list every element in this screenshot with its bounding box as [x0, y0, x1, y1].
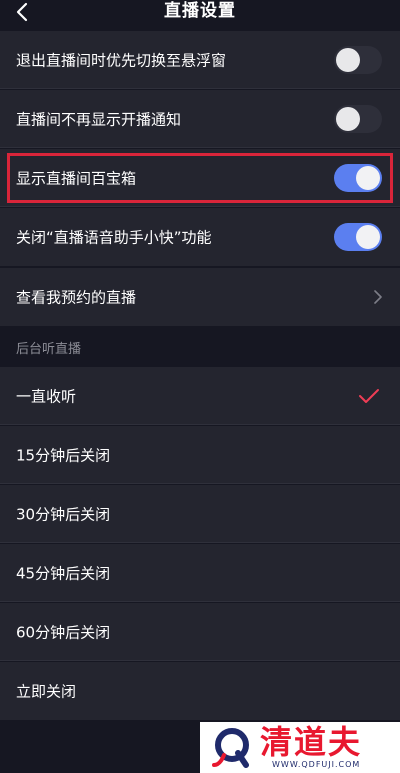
watermark-logo-icon — [212, 728, 249, 768]
hide-live-notice-toggle[interactable] — [334, 105, 382, 133]
option-label: 立即关闭 — [16, 682, 77, 701]
option-label: 60分钟后关闭 — [16, 623, 111, 642]
section-header-background-listen: 后台听直播 — [0, 326, 400, 366]
option-45-min[interactable]: 45分钟后关闭 — [0, 544, 400, 602]
watermark-domain: WWW.QDFUJI.COM — [272, 760, 361, 769]
reserved-live-link[interactable]: 查看我预约的直播 — [0, 268, 400, 326]
section-title: 后台听直播 — [16, 342, 82, 357]
option-label: 45分钟后关闭 — [16, 564, 111, 583]
setting-row-hide-live-notice[interactable]: 直播间不再显示开播通知 — [0, 90, 400, 148]
header-bar: 直播设置 — [0, 0, 400, 28]
setting-label: 直播间不再显示开播通知 — [16, 110, 182, 129]
divider — [0, 206, 400, 207]
divider — [0, 88, 400, 89]
setting-row-voice-assistant[interactable]: 关闭“直播语音助手小快”功能 — [0, 208, 400, 266]
divider — [0, 483, 400, 484]
voice-assistant-toggle[interactable] — [334, 223, 382, 251]
divider — [0, 424, 400, 425]
divider — [0, 147, 400, 148]
setting-label: 退出直播间时优先切换至悬浮窗 — [16, 51, 227, 70]
chevron-right-icon — [374, 290, 382, 304]
setting-row-floating-window[interactable]: 退出直播间时优先切换至悬浮窗 — [0, 31, 400, 89]
divider — [0, 542, 400, 543]
divider — [0, 660, 400, 661]
live-settings-page: 直播设置 退出直播间时优先切换至悬浮窗 直播间不再显示开播通知 显示直播间百宝箱… — [0, 0, 400, 773]
option-label: 30分钟后关闭 — [16, 505, 111, 524]
option-label: 15分钟后关闭 — [16, 446, 111, 465]
setting-row-treasure-box[interactable]: 显示直播间百宝箱 — [0, 149, 400, 207]
link-label: 查看我预约的直播 — [16, 288, 137, 307]
option-close-now[interactable]: 立即关闭 — [0, 662, 400, 720]
option-15-min[interactable]: 15分钟后关闭 — [0, 426, 400, 484]
page-title: 直播设置 — [164, 1, 236, 21]
option-60-min[interactable]: 60分钟后关闭 — [0, 603, 400, 661]
setting-label: 关闭“直播语音助手小快”功能 — [16, 228, 212, 247]
setting-label: 显示直播间百宝箱 — [16, 169, 137, 188]
watermark-brand: 清道夫 — [260, 723, 363, 761]
treasure-box-toggle[interactable] — [334, 164, 382, 192]
option-30-min[interactable]: 30分钟后关闭 — [0, 485, 400, 543]
watermark: 清道夫 WWW.QDFUJI.COM — [200, 722, 400, 773]
divider — [0, 601, 400, 602]
floating-window-toggle[interactable] — [334, 46, 382, 74]
option-label: 一直收听 — [16, 387, 77, 406]
checkmark-icon — [359, 389, 379, 403]
option-always-listen[interactable]: 一直收听 — [0, 367, 400, 425]
